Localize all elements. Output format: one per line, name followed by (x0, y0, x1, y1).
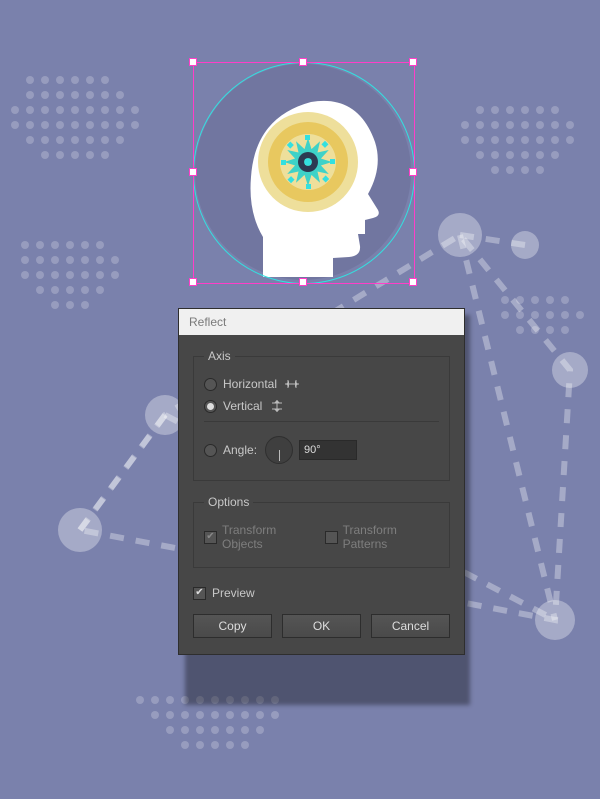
bbox-handle[interactable] (299, 278, 307, 286)
options-legend: Options (204, 495, 253, 509)
angle-dial[interactable] (265, 436, 293, 464)
reflect-horizontal-icon (283, 377, 301, 391)
bbox-handle[interactable] (189, 168, 197, 176)
axis-vertical-label: Vertical (223, 399, 262, 413)
cancel-button[interactable]: Cancel (371, 614, 450, 638)
transform-patterns-option[interactable]: Transform Patterns (325, 523, 439, 551)
axis-divider (204, 421, 439, 422)
bbox-handle[interactable] (189, 58, 197, 66)
preview-label: Preview (212, 586, 255, 600)
illustrator-canvas[interactable]: Reflect Axis Horizontal Vertical (0, 0, 600, 799)
bbox-handle[interactable] (409, 278, 417, 286)
ok-button[interactable]: OK (282, 614, 361, 638)
axis-group: Axis Horizontal Vertical (193, 349, 450, 481)
transform-objects-label: Transform Objects (222, 523, 315, 551)
transform-patterns-label: Transform Patterns (343, 523, 439, 551)
dialog-titlebar[interactable]: Reflect (179, 309, 464, 335)
bbox-handle[interactable] (409, 168, 417, 176)
checkbox-preview[interactable]: ✔ (193, 587, 206, 600)
axis-horizontal-label: Horizontal (223, 377, 277, 391)
bbox-handle[interactable] (409, 58, 417, 66)
checkbox-transform-objects[interactable]: ✔ (204, 531, 217, 544)
bbox-handle[interactable] (189, 278, 197, 286)
radio-angle[interactable] (204, 444, 217, 457)
radio-horizontal[interactable] (204, 378, 217, 391)
checkbox-transform-patterns[interactable] (325, 531, 338, 544)
copy-button[interactable]: Copy (193, 614, 272, 638)
reflect-dialog: Reflect Axis Horizontal Vertical (178, 308, 465, 655)
options-group: Options ✔ Transform Objects Transform Pa… (193, 495, 450, 568)
axis-angle-row[interactable]: Angle: 90° (204, 432, 439, 468)
selected-artwork[interactable] (193, 62, 413, 282)
transform-objects-option[interactable]: ✔ Transform Objects (204, 523, 315, 551)
axis-vertical-row[interactable]: Vertical (204, 395, 439, 417)
preview-row[interactable]: ✔ Preview (193, 582, 450, 604)
axis-angle-label: Angle: (223, 443, 257, 457)
dialog-title: Reflect (189, 315, 226, 329)
radio-vertical[interactable] (204, 400, 217, 413)
angle-input[interactable]: 90° (299, 440, 357, 460)
angle-value: 90° (304, 444, 321, 456)
axis-horizontal-row[interactable]: Horizontal (204, 373, 439, 395)
bbox-handle[interactable] (299, 58, 307, 66)
axis-legend: Axis (204, 349, 235, 363)
reflect-vertical-icon (268, 399, 286, 413)
